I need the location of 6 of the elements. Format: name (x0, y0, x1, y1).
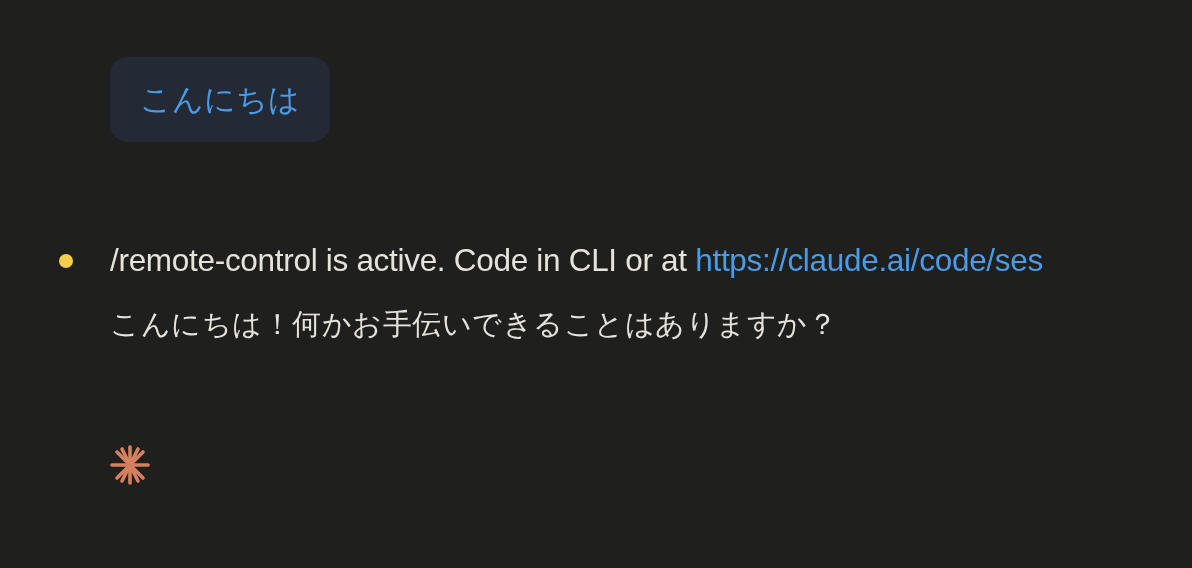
status-message: /remote-control is active. Code in CLI or at https://claude.ai/code/ses (110, 241, 1043, 279)
asterisk-icon (110, 445, 150, 485)
assistant-reply: こんにちは！何かお手伝いできることはありますか？ (110, 306, 837, 343)
user-message: こんにちは (140, 79, 300, 119)
status-dot-icon (59, 254, 73, 268)
session-link[interactable]: https://claude.ai/code/ses (695, 241, 1043, 278)
